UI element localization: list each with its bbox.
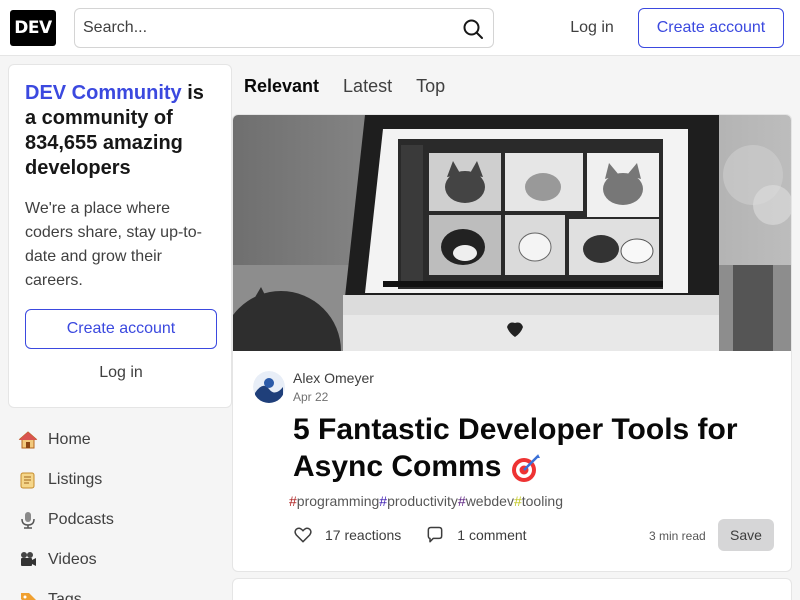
tag-name: productivity: [387, 493, 458, 509]
reactions-button[interactable]: 17 reactions: [285, 519, 409, 551]
tag-webdev[interactable]: #webdev: [458, 493, 514, 509]
search-icon[interactable]: [461, 17, 485, 41]
search-box[interactable]: [74, 8, 494, 48]
article-cover-image[interactable]: [233, 115, 791, 351]
tag-hash: #: [289, 493, 297, 509]
heart-icon: [294, 527, 312, 543]
tab-relevant[interactable]: Relevant: [232, 64, 331, 108]
sidebar-item-label: Videos: [48, 551, 97, 568]
article-tags: #programming #productivity #webdev #tool…: [289, 493, 563, 509]
promo-title: DEV Community is a community of 834,655 …: [25, 81, 215, 181]
tag-productivity[interactable]: #productivity: [379, 493, 458, 509]
tag-tooling[interactable]: #tooling: [514, 493, 563, 509]
sidebar-item-home[interactable]: Home: [8, 420, 232, 460]
next-article-card[interactable]: [232, 578, 792, 600]
house-icon: [18, 430, 38, 450]
tag-icon: [18, 590, 38, 600]
film-camera-icon: [18, 550, 38, 570]
read-time: 3 min read: [649, 529, 706, 543]
community-promo-card: DEV Community is a community of 834,655 …: [8, 64, 232, 408]
avatar[interactable]: [253, 371, 285, 403]
search-input[interactable]: [75, 9, 455, 47]
sidebar-item-videos[interactable]: Videos: [8, 540, 232, 580]
feed-tabs: Relevant Latest Top: [232, 64, 457, 108]
logo-text: DEV: [14, 18, 52, 38]
sidebar-nav: Home Listings Podcasts Videos Tags: [8, 420, 232, 600]
tag-name: programming: [296, 493, 380, 509]
top-header: DEV Log in Create account: [0, 0, 800, 56]
scroll-icon: [18, 470, 38, 490]
promo-brand-link[interactable]: DEV Community: [25, 82, 182, 104]
tag-name: webdev: [465, 493, 514, 509]
tab-latest[interactable]: Latest: [331, 64, 404, 108]
sidebar-item-label: Home: [48, 431, 91, 448]
sidebar-item-podcasts[interactable]: Podcasts: [8, 500, 232, 540]
promo-description: We're a place where coders share, stay u…: [25, 200, 202, 289]
post-date[interactable]: Apr 22: [293, 390, 328, 404]
microphone-icon: [18, 510, 38, 530]
bullseye-dart-icon: [510, 452, 542, 484]
author-name[interactable]: Alex Omeyer: [293, 370, 374, 386]
sidebar-item-tags[interactable]: Tags: [8, 580, 232, 600]
create-account-button[interactable]: Create account: [638, 8, 784, 48]
engagement-row: 17 reactions 1 comment: [285, 519, 535, 551]
article-title[interactable]: 5 Fantastic Developer Tools for Async Co…: [293, 411, 753, 485]
tab-top[interactable]: Top: [404, 64, 457, 108]
dev-logo[interactable]: DEV: [10, 10, 56, 46]
tag-programming[interactable]: #programming: [289, 493, 379, 509]
sidebar-item-listings[interactable]: Listings: [8, 460, 232, 500]
tag-hash: #: [513, 493, 522, 509]
sidebar-item-label: Podcasts: [48, 511, 114, 528]
promo-create-account-button[interactable]: Create account: [25, 309, 217, 349]
comments-button[interactable]: 1 comment: [417, 519, 534, 551]
tag-name: tooling: [521, 493, 564, 509]
comment-icon: [427, 526, 443, 543]
tag-hash: #: [379, 493, 388, 509]
reactions-count: 17 reactions: [325, 527, 402, 543]
tag-hash: #: [457, 493, 466, 509]
article-card[interactable]: Alex Omeyer Apr 22 5 Fantastic Developer…: [232, 114, 792, 572]
comments-count: 1 comment: [457, 527, 527, 543]
promo-login-link[interactable]: Log in: [25, 353, 217, 393]
sidebar-item-label: Listings: [48, 471, 103, 488]
save-button[interactable]: Save: [718, 519, 774, 551]
login-link[interactable]: Log in: [556, 8, 628, 48]
sidebar-item-label: Tags: [48, 591, 82, 600]
